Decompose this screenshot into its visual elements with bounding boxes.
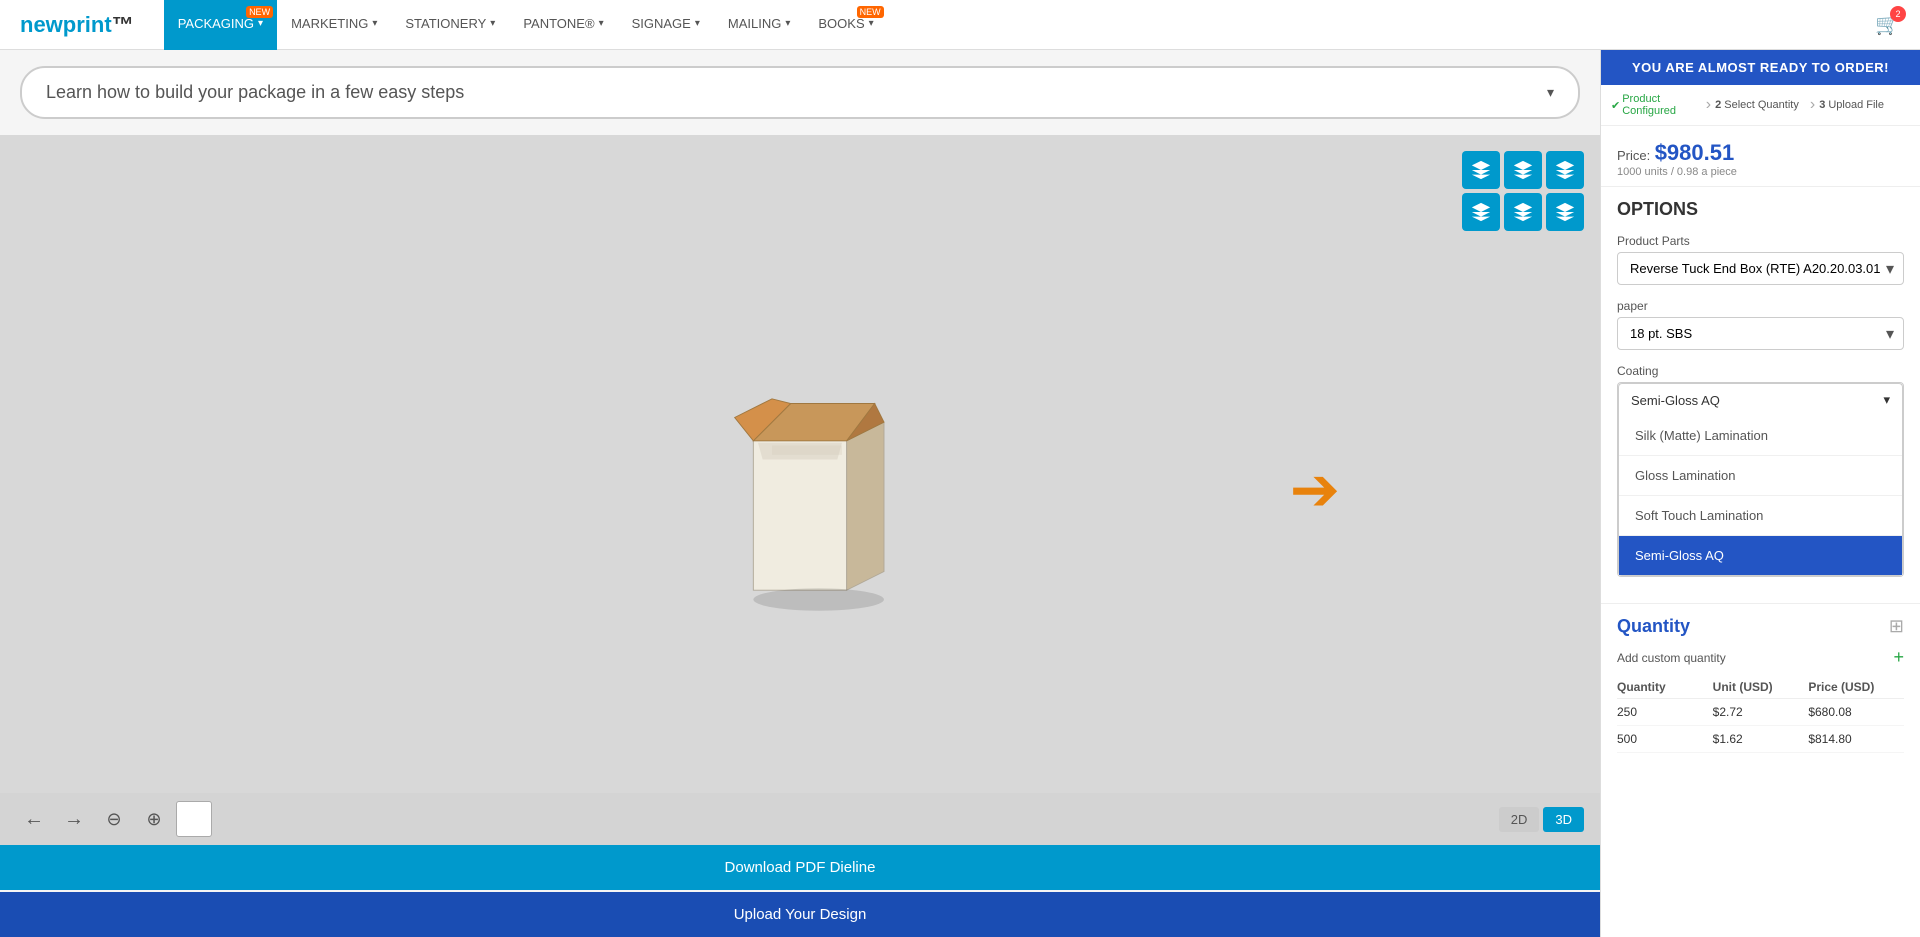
add-custom-qty-label: Add custom quantity xyxy=(1617,651,1726,665)
order-step-3: 3 Upload File xyxy=(1819,99,1910,111)
prev-button[interactable]: ← xyxy=(16,801,52,837)
marketing-chevron-icon: ▾ xyxy=(372,18,377,29)
step-separator-1: › xyxy=(1706,96,1711,114)
stationery-chevron-icon: ▾ xyxy=(490,18,495,29)
logo[interactable]: newprint™ xyxy=(20,12,134,38)
product-parts-wrapper: Reverse Tuck End Box (RTE) A20.20.03.01 xyxy=(1617,252,1904,285)
download-dieline-button[interactable]: Download PDF Dieline xyxy=(0,845,1600,890)
viewer-area: ➔ xyxy=(0,135,1600,845)
coating-selected-value: Semi-Gloss AQ xyxy=(1631,393,1720,408)
coating-label: Coating xyxy=(1617,364,1904,378)
nav-item-books[interactable]: BOOKS NEW ▾ xyxy=(804,0,887,50)
paper-label: paper xyxy=(1617,299,1904,313)
cube-angle1-icon xyxy=(1470,201,1492,223)
product-parts-group: Product Parts Reverse Tuck End Box (RTE)… xyxy=(1617,234,1904,285)
nav-item-marketing[interactable]: MARKETING ▾ xyxy=(277,0,391,50)
viewer-controls-top xyxy=(1462,151,1584,231)
paper-select[interactable]: 18 pt. SBS xyxy=(1617,317,1904,350)
main-content: Learn how to build your package in a few… xyxy=(0,50,1920,937)
steps-banner-text: Learn how to build your package in a few… xyxy=(46,82,464,103)
step-check-icon: ✔ xyxy=(1611,99,1620,112)
coating-dropdown-header[interactable]: Semi-Gloss AQ ▾ xyxy=(1618,383,1903,416)
product-parts-select[interactable]: Reverse Tuck End Box (RTE) A20.20.03.01 xyxy=(1617,252,1904,285)
zoom-out-button[interactable]: ⊖ xyxy=(96,801,132,837)
color-swatch[interactable] xyxy=(176,801,212,837)
cube-top-icon xyxy=(1512,159,1534,181)
view-toggle: 2D 3D xyxy=(1499,807,1584,832)
mailing-chevron-icon: ▾ xyxy=(785,18,790,29)
nav-item-mailing[interactable]: MAILING ▾ xyxy=(714,0,805,50)
price-label: Price: xyxy=(1617,148,1650,163)
view-angle3-button[interactable] xyxy=(1546,193,1584,231)
books-chevron-icon: ▾ xyxy=(869,18,874,29)
view-front-button[interactable] xyxy=(1462,151,1500,189)
step-separator-2: › xyxy=(1810,96,1815,114)
navigation: newprint™ PACKAGING NEW ▾ MARKETING ▾ ST… xyxy=(0,0,1920,50)
paper-wrapper: 18 pt. SBS xyxy=(1617,317,1904,350)
right-panel: YOU ARE ALMOST READY TO ORDER! ✔ Product… xyxy=(1600,50,1920,937)
view-2d-button[interactable]: 2D xyxy=(1499,807,1540,832)
nav-item-pantone[interactable]: PANTONE® ▾ xyxy=(509,0,617,50)
add-custom-qty-button[interactable]: + xyxy=(1893,647,1904,668)
coating-dropdown: Semi-Gloss AQ ▾ Silk (Matte) Lamination … xyxy=(1617,382,1904,577)
quantity-section: Quantity ⊞ Add custom quantity + Quantit… xyxy=(1601,603,1920,765)
logo-new: new xyxy=(20,12,63,37)
view-top-button[interactable] xyxy=(1504,151,1542,189)
next-button[interactable]: → xyxy=(56,801,92,837)
nav-right: 🛒 2 xyxy=(1875,12,1900,37)
qty-table-header: Quantity Unit (USD) Price (USD) xyxy=(1617,676,1904,699)
viewer-bottom-bar: ← → ⊖ ⊕ 2D 3D xyxy=(0,793,1600,845)
cube-angle3-icon xyxy=(1554,201,1576,223)
order-step-2: 2 Select Quantity xyxy=(1715,99,1806,111)
qty-table-row[interactable]: 250 $2.72 $680.08 xyxy=(1617,699,1904,726)
options-title: OPTIONS xyxy=(1617,199,1904,220)
nav-item-signage[interactable]: SIGNAGE ▾ xyxy=(618,0,714,50)
order-steps: ✔ Product Configured › 2 Select Quantity… xyxy=(1601,85,1920,126)
view-3d-button[interactable]: 3D xyxy=(1543,807,1584,832)
box-3d-model xyxy=(690,348,910,633)
bottom-actions: Download PDF Dieline Upload Your Design xyxy=(0,845,1600,937)
coating-chevron-icon: ▾ xyxy=(1883,392,1890,408)
price-sub: 1000 units / 0.98 a piece xyxy=(1617,166,1904,178)
pantone-chevron-icon: ▾ xyxy=(599,18,604,29)
custom-qty-row: Add custom quantity + xyxy=(1617,647,1904,668)
packaging-chevron-icon: ▾ xyxy=(258,18,263,29)
order-step-1: ✔ Product Configured xyxy=(1611,93,1702,117)
zoom-in-button[interactable]: ⊕ xyxy=(136,801,172,837)
product-parts-label: Product Parts xyxy=(1617,234,1904,248)
upload-design-button[interactable]: Upload Your Design xyxy=(0,892,1600,937)
quantity-header: Quantity ⊞ xyxy=(1617,616,1904,637)
nav-item-stationery[interactable]: STATIONERY ▾ xyxy=(391,0,509,50)
cube-angle2-icon xyxy=(1512,201,1534,223)
coating-option-gloss[interactable]: Gloss Lamination xyxy=(1619,456,1902,496)
steps-banner[interactable]: Learn how to build your package in a few… xyxy=(20,66,1580,119)
coating-group: Coating Semi-Gloss AQ ▾ Silk (Matte) Lam… xyxy=(1617,364,1904,577)
cube-side-icon xyxy=(1554,159,1576,181)
signage-chevron-icon: ▾ xyxy=(695,18,700,29)
coating-option-soft[interactable]: Soft Touch Lamination xyxy=(1619,496,1902,536)
viewer-nav-buttons: ← → ⊖ ⊕ xyxy=(16,801,212,837)
view-angle2-button[interactable] xyxy=(1504,193,1542,231)
arrow-indicator: ➔ xyxy=(1290,460,1340,520)
price-section: Price: $980.51 1000 units / 0.98 a piece xyxy=(1601,126,1920,187)
order-bar: YOU ARE ALMOST READY TO ORDER! xyxy=(1601,50,1920,85)
qty-table-row[interactable]: 500 $1.62 $814.80 xyxy=(1617,726,1904,753)
nav-item-packaging[interactable]: PACKAGING NEW ▾ xyxy=(164,0,277,50)
options-section: OPTIONS Product Parts Reverse Tuck End B… xyxy=(1601,187,1920,603)
cube-front-icon xyxy=(1470,159,1492,181)
left-panel: Learn how to build your package in a few… xyxy=(0,50,1600,937)
paper-group: paper 18 pt. SBS xyxy=(1617,299,1904,350)
cart-badge: 2 xyxy=(1890,6,1906,22)
coating-option-silk[interactable]: Silk (Matte) Lamination xyxy=(1619,416,1902,456)
view-angle1-button[interactable] xyxy=(1462,193,1500,231)
view-side-button[interactable] xyxy=(1546,151,1584,189)
quantity-title: Quantity xyxy=(1617,616,1690,637)
nav-items: PACKAGING NEW ▾ MARKETING ▾ STATIONERY ▾… xyxy=(164,0,1875,50)
steps-banner-chevron-icon: ▾ xyxy=(1547,84,1554,101)
coating-dropdown-list: Silk (Matte) Lamination Gloss Lamination… xyxy=(1618,416,1903,576)
coating-option-semi-gloss[interactable]: Semi-Gloss AQ xyxy=(1619,536,1902,575)
cart-icon[interactable]: 🛒 2 xyxy=(1875,12,1900,37)
price-amount: $980.51 xyxy=(1655,140,1735,165)
quantity-grid-icon[interactable]: ⊞ xyxy=(1889,616,1904,637)
